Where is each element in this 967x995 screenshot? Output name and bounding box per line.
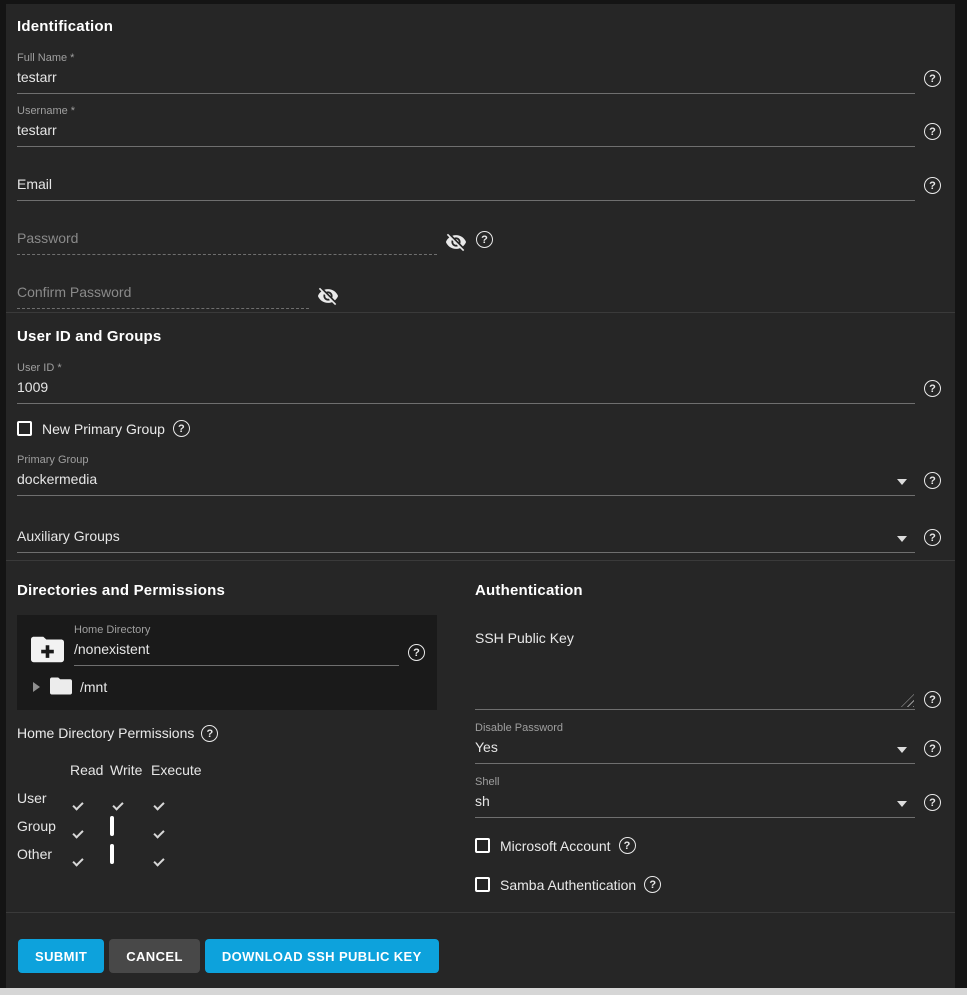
password-placeholder[interactable]: Password: [17, 226, 437, 254]
email-placeholder[interactable]: Email: [17, 172, 915, 200]
microsoft-account-checkbox[interactable]: [475, 838, 490, 853]
form-footer: SUBMIT CANCEL DOWNLOAD SSH PUBLIC KEY: [6, 912, 955, 987]
primary-group-caret-icon[interactable]: [897, 479, 907, 485]
shell-caret-icon[interactable]: [897, 801, 907, 807]
user-id-field[interactable]: User ID * 1009: [17, 362, 915, 404]
confirm-password-field[interactable]: Confirm Password: [17, 280, 309, 309]
username-help-icon[interactable]: ?: [924, 123, 941, 140]
new-primary-group-checkbox[interactable]: [17, 421, 32, 436]
primary-group-value[interactable]: dockermedia: [17, 467, 915, 495]
primary-group-label: Primary Group: [17, 454, 915, 467]
section-user-id-and-groups: User ID and Groups User ID * 1009 ? New …: [6, 312, 955, 560]
home-directory-value[interactable]: /nonexistent: [74, 637, 399, 665]
password-field[interactable]: Password: [17, 226, 437, 255]
directories-title: Directories and Permissions: [17, 561, 437, 599]
row-label: User: [17, 790, 70, 806]
confirm-password-visibility-off-icon[interactable]: [317, 285, 339, 307]
shell-value[interactable]: sh: [475, 789, 915, 817]
primary-group-select[interactable]: Primary Group dockermedia: [17, 454, 915, 496]
authentication-title: Authentication: [475, 561, 941, 599]
shell-select[interactable]: Shell sh: [475, 776, 915, 818]
tree-node-label[interactable]: /mnt: [80, 679, 107, 695]
section-identification: Identification Full Name * testarr ? Use…: [6, 4, 955, 312]
home-directory-label: Home Directory: [74, 624, 399, 637]
full-name-label: Full Name *: [17, 52, 915, 65]
disable-password-help-icon[interactable]: ?: [924, 740, 941, 757]
microsoft-account-label: Microsoft Account: [500, 838, 611, 854]
textarea-resize-handle-icon[interactable]: [901, 694, 914, 707]
email-field[interactable]: Email: [17, 172, 915, 201]
password-visibility-off-icon[interactable]: [445, 231, 467, 253]
auxiliary-groups-caret-icon[interactable]: [897, 536, 907, 542]
permissions-row-user: User: [17, 790, 437, 806]
user-id-help-icon[interactable]: ?: [924, 380, 941, 397]
ssh-public-key-label: SSH Public Key: [475, 630, 941, 646]
home-directory-permissions-help-icon[interactable]: ?: [201, 725, 218, 742]
create-folder-icon[interactable]: [29, 633, 66, 666]
row-label: Other: [17, 846, 70, 862]
full-name-help-icon[interactable]: ?: [924, 70, 941, 87]
column-write: Write: [110, 762, 151, 778]
permissions-row-group: Group: [17, 818, 437, 834]
authentication-column: Authentication SSH Public Key ? Disable …: [475, 561, 941, 912]
directories-column: Directories and Permissions Home Directo…: [17, 561, 437, 912]
new-primary-group-label: New Primary Group: [42, 421, 165, 437]
tree-node-mnt[interactable]: /mnt: [29, 676, 425, 697]
home-directory-permissions-label: Home Directory Permissions?: [17, 725, 437, 744]
user-form-card: Identification Full Name * testarr ? Use…: [6, 4, 955, 988]
row-label: Group: [17, 818, 70, 834]
section-directories-authentication: Directories and Permissions Home Directo…: [6, 560, 955, 912]
disable-password-value[interactable]: Yes: [475, 735, 915, 763]
home-directory-help-icon[interactable]: ?: [408, 644, 425, 661]
user-id-groups-title: User ID and Groups: [17, 313, 941, 345]
user-id-label: User ID *: [17, 362, 915, 375]
ssh-public-key-help-icon[interactable]: ?: [924, 691, 941, 708]
cancel-button[interactable]: CANCEL: [109, 939, 200, 973]
username-field[interactable]: Username * testarr: [17, 105, 915, 147]
microsoft-account-help-icon[interactable]: ?: [619, 837, 636, 854]
samba-authentication-label: Samba Authentication: [500, 877, 636, 893]
password-help-icon[interactable]: ?: [476, 231, 493, 248]
full-name-value[interactable]: testarr: [17, 65, 915, 93]
email-help-icon[interactable]: ?: [924, 177, 941, 194]
auxiliary-groups-select[interactable]: Auxiliary Groups: [17, 524, 915, 553]
column-execute: Execute: [151, 762, 199, 778]
new-primary-group-help-icon[interactable]: ?: [173, 420, 190, 437]
shell-help-icon[interactable]: ?: [924, 794, 941, 811]
download-ssh-public-key-button[interactable]: DOWNLOAD SSH PUBLIC KEY: [205, 939, 439, 973]
auxiliary-groups-help-icon[interactable]: ?: [924, 529, 941, 546]
page-background-strip: [0, 988, 967, 995]
auxiliary-groups-placeholder[interactable]: Auxiliary Groups: [17, 524, 915, 552]
home-directory-field[interactable]: Home Directory /nonexistent: [74, 624, 399, 666]
group-write-checkbox[interactable]: [110, 816, 114, 836]
submit-button[interactable]: SUBMIT: [18, 939, 104, 973]
primary-group-help-icon[interactable]: ?: [924, 472, 941, 489]
identification-title: Identification: [17, 4, 941, 35]
ssh-public-key-textarea[interactable]: [475, 646, 915, 710]
username-value[interactable]: testarr: [17, 118, 915, 146]
user-id-value[interactable]: 1009: [17, 375, 915, 403]
full-name-field[interactable]: Full Name * testarr: [17, 52, 915, 94]
home-directory-explorer: Home Directory /nonexistent ? /mnt: [17, 615, 437, 710]
disable-password-select[interactable]: Disable Password Yes: [475, 722, 915, 764]
other-write-checkbox[interactable]: [110, 844, 114, 864]
confirm-password-placeholder[interactable]: Confirm Password: [17, 280, 309, 308]
username-label: Username *: [17, 105, 915, 118]
tree-expand-arrow-icon[interactable]: [33, 682, 40, 692]
permissions-table-header: Read Write Execute: [17, 762, 437, 778]
permissions-row-other: Other: [17, 846, 437, 862]
column-read: Read: [70, 762, 110, 778]
shell-label: Shell: [475, 776, 915, 789]
disable-password-label: Disable Password: [475, 722, 915, 735]
permissions-table: Read Write Execute User Group: [17, 762, 437, 862]
folder-icon: [49, 676, 73, 697]
samba-authentication-checkbox[interactable]: [475, 877, 490, 892]
disable-password-caret-icon[interactable]: [897, 747, 907, 753]
samba-authentication-help-icon[interactable]: ?: [644, 876, 661, 893]
